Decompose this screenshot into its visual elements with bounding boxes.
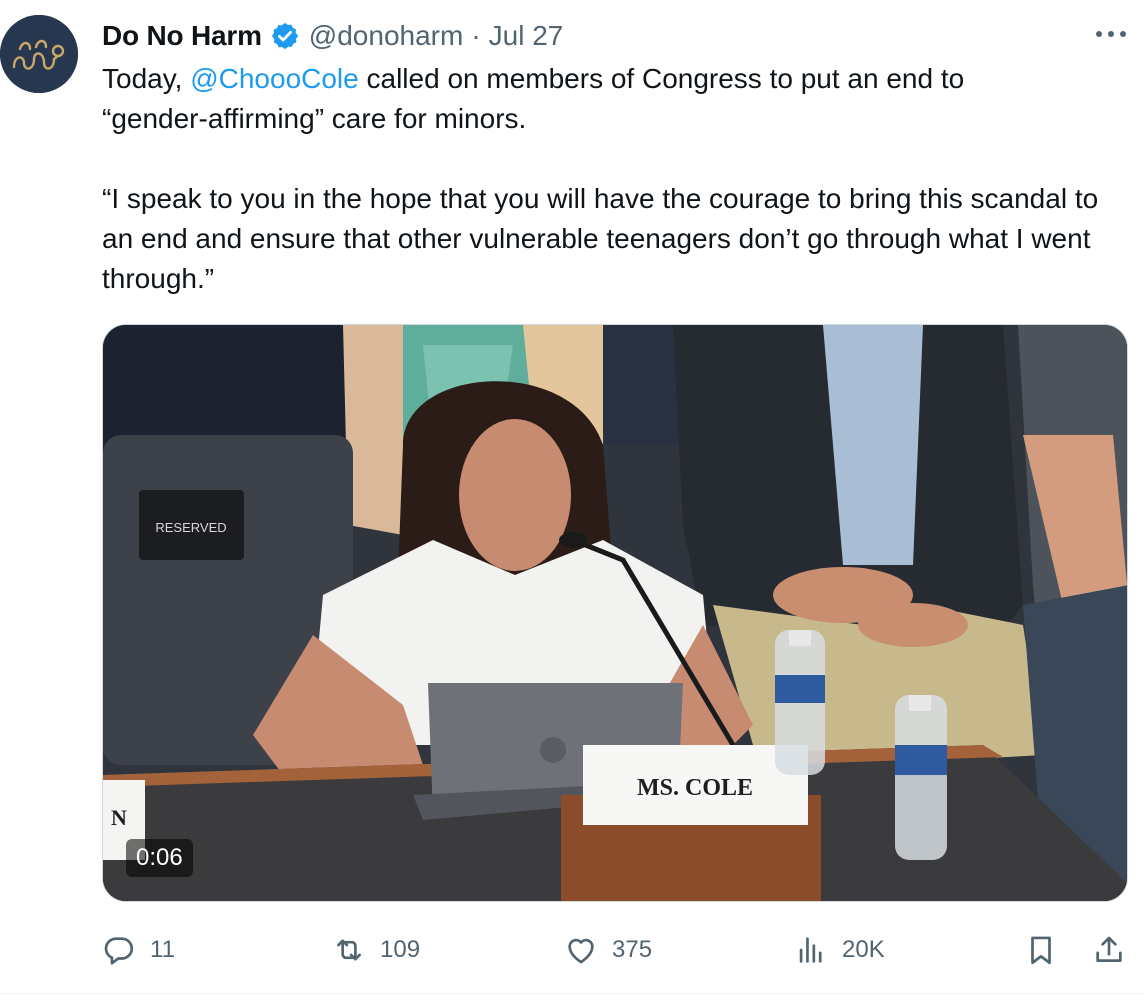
verified-badge-icon[interactable]: [270, 21, 300, 51]
views-button[interactable]: 20K: [794, 925, 885, 975]
tweet[interactable]: Do No Harm @donoharm · Jul 27 Today, @Ch…: [0, 0, 1144, 1000]
reply-icon: [104, 937, 134, 965]
retweet-icon: [337, 939, 361, 961]
video-frame: RESERVED MS. COLE N: [103, 325, 1127, 901]
text-suffix: called on members of Congress to put an …: [358, 63, 965, 94]
divider: [0, 993, 1144, 994]
more-options-icon[interactable]: [1096, 22, 1126, 46]
tweet-header: Do No Harm @donoharm · Jul 27: [102, 18, 563, 54]
share-icon: [1096, 936, 1122, 962]
tweet-text: Today, @ChoooCole called on members of C…: [102, 59, 1102, 299]
tweet-date[interactable]: Jul 27: [489, 20, 564, 52]
views-count: 20K: [842, 936, 885, 963]
separator-dot: ·: [471, 20, 481, 51]
retweet-button[interactable]: 109: [332, 925, 420, 975]
tweet-text-line: Today, @ChoooCole called on members of C…: [102, 59, 1102, 99]
reply-count: 11: [150, 936, 175, 963]
video-timestamp: 0:06: [126, 839, 193, 877]
stethoscope-logo-icon: [0, 15, 78, 93]
like-count: 375: [612, 936, 653, 963]
bookmark-icon: [1031, 936, 1051, 965]
left-nameplate-fragment: N: [111, 805, 127, 830]
avatar[interactable]: [0, 15, 78, 93]
share-button[interactable]: [1092, 925, 1126, 975]
bookmark-button[interactable]: [1024, 925, 1058, 975]
text-prefix: Today,: [102, 63, 191, 94]
reply-button[interactable]: 11: [102, 925, 175, 975]
retweet-count: 109: [380, 936, 421, 963]
author-handle[interactable]: @donoharm: [309, 20, 464, 52]
reserved-sign: RESERVED: [155, 520, 226, 535]
heart-icon: [568, 938, 594, 964]
tweet-quote: “I speak to you in the hope that you wil…: [102, 183, 1099, 294]
nameplate-text: MS. COLE: [637, 775, 753, 801]
like-button[interactable]: 375: [564, 925, 652, 975]
tweet-text-line: “gender-affirming” care for minors.: [102, 103, 527, 134]
author-name[interactable]: Do No Harm: [102, 20, 262, 52]
action-bar: 11 109 375 20K: [102, 925, 1132, 975]
video-player[interactable]: RESERVED MS. COLE N 0:06: [102, 324, 1128, 902]
views-chart-icon: [799, 937, 822, 963]
mention-link[interactable]: @ChoooCole: [190, 63, 359, 94]
